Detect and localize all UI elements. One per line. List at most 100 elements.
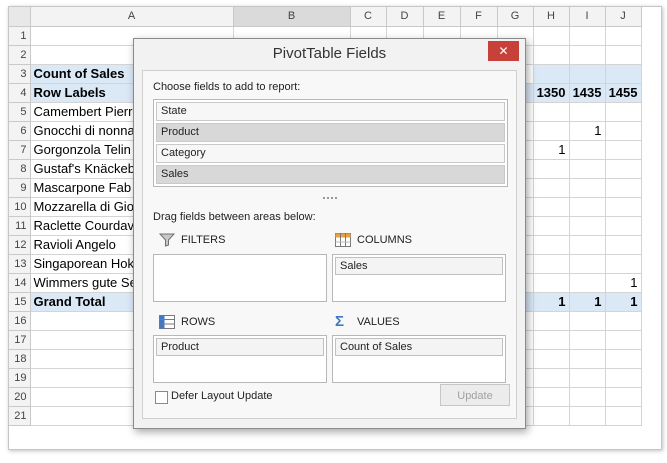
row-header[interactable]: 2 <box>9 45 31 65</box>
column-header[interactable]: E <box>423 7 461 27</box>
cell[interactable] <box>569 254 606 274</box>
cell[interactable]: 1 <box>533 140 570 160</box>
row-header[interactable]: 3 <box>9 64 31 84</box>
row-header[interactable]: 19 <box>9 368 31 388</box>
cell[interactable] <box>533 349 570 369</box>
row-header[interactable]: 11 <box>9 216 31 236</box>
cell[interactable] <box>569 368 606 388</box>
cell[interactable] <box>569 140 606 160</box>
row-header[interactable]: 16 <box>9 311 31 331</box>
cell[interactable]: 1 <box>605 292 642 312</box>
cell[interactable] <box>605 121 642 141</box>
row-header[interactable]: 13 <box>9 254 31 274</box>
cell[interactable]: 1435 <box>569 83 606 103</box>
column-header[interactable]: A <box>30 7 234 27</box>
column-header[interactable]: C <box>350 7 387 27</box>
rows-drop-area[interactable]: Product <box>153 335 327 383</box>
cell[interactable] <box>569 159 606 179</box>
cell[interactable] <box>533 197 570 217</box>
cell[interactable] <box>605 387 642 407</box>
column-header[interactable]: J <box>605 7 642 27</box>
cell[interactable] <box>605 235 642 255</box>
row-header[interactable]: 7 <box>9 140 31 160</box>
defer-layout-checkbox[interactable] <box>155 391 168 404</box>
row-header[interactable]: 4 <box>9 83 31 103</box>
row-header[interactable]: 15 <box>9 292 31 312</box>
cell[interactable] <box>605 254 642 274</box>
update-button[interactable]: Update <box>440 384 510 406</box>
cell[interactable] <box>605 26 642 46</box>
cell[interactable] <box>569 178 606 198</box>
cell[interactable] <box>605 102 642 122</box>
cell[interactable] <box>569 349 606 369</box>
cell[interactable] <box>533 311 570 331</box>
row-header[interactable]: 18 <box>9 349 31 369</box>
field-item[interactable]: Sales <box>156 165 505 184</box>
field-item[interactable]: Product <box>156 123 505 142</box>
column-header[interactable]: G <box>497 7 534 27</box>
cell[interactable] <box>569 26 606 46</box>
cell[interactable] <box>533 330 570 350</box>
row-header[interactable]: 20 <box>9 387 31 407</box>
row-header[interactable]: 12 <box>9 235 31 255</box>
cell[interactable] <box>533 102 570 122</box>
close-button[interactable]: ✕ <box>488 41 519 61</box>
cell[interactable] <box>605 45 642 65</box>
cell[interactable] <box>533 387 570 407</box>
cell[interactable] <box>605 64 642 84</box>
field-item[interactable]: Category <box>156 144 505 163</box>
cell[interactable] <box>533 178 570 198</box>
column-header[interactable]: H <box>533 7 570 27</box>
columns-area-item[interactable]: Sales <box>335 257 503 275</box>
cell[interactable] <box>569 387 606 407</box>
cell[interactable] <box>605 197 642 217</box>
cell[interactable] <box>533 273 570 293</box>
row-header[interactable]: 8 <box>9 159 31 179</box>
cell[interactable]: 1 <box>569 292 606 312</box>
field-item[interactable]: State <box>156 102 505 121</box>
cell[interactable] <box>533 45 570 65</box>
row-header[interactable]: 10 <box>9 197 31 217</box>
cell[interactable] <box>569 406 606 426</box>
cell[interactable] <box>533 235 570 255</box>
select-all-corner[interactable] <box>9 7 31 27</box>
cell[interactable] <box>533 368 570 388</box>
cell[interactable] <box>605 178 642 198</box>
cell[interactable] <box>533 121 570 141</box>
column-header[interactable]: D <box>386 7 424 27</box>
cell[interactable] <box>533 216 570 236</box>
column-header[interactable]: I <box>569 7 606 27</box>
cell[interactable] <box>569 197 606 217</box>
cell[interactable] <box>569 311 606 331</box>
values-drop-area[interactable]: Count of Sales <box>332 335 506 383</box>
cell[interactable]: 1 <box>605 273 642 293</box>
column-header[interactable]: F <box>460 7 498 27</box>
row-header[interactable]: 17 <box>9 330 31 350</box>
row-header[interactable]: 5 <box>9 102 31 122</box>
cell[interactable] <box>569 45 606 65</box>
cell[interactable] <box>605 216 642 236</box>
cell[interactable]: 1455 <box>605 83 642 103</box>
splitter-handle[interactable] <box>323 197 337 203</box>
cell[interactable]: 1 <box>533 292 570 312</box>
cell[interactable] <box>533 26 570 46</box>
cell[interactable] <box>605 140 642 160</box>
cell[interactable] <box>533 64 570 84</box>
cell[interactable] <box>605 349 642 369</box>
row-header[interactable]: 14 <box>9 273 31 293</box>
filters-drop-area[interactable] <box>153 254 327 302</box>
values-area-item[interactable]: Count of Sales <box>335 338 503 356</box>
cell[interactable] <box>605 311 642 331</box>
row-header[interactable]: 1 <box>9 26 31 46</box>
row-header[interactable]: 6 <box>9 121 31 141</box>
cell[interactable] <box>533 254 570 274</box>
rows-area-item[interactable]: Product <box>156 338 324 356</box>
cell[interactable] <box>605 368 642 388</box>
cell[interactable] <box>605 406 642 426</box>
cell[interactable] <box>569 64 606 84</box>
cell[interactable] <box>569 330 606 350</box>
row-header[interactable]: 21 <box>9 406 31 426</box>
columns-drop-area[interactable]: Sales <box>332 254 506 302</box>
cell[interactable]: 1350 <box>533 83 570 103</box>
cell[interactable]: 1 <box>569 121 606 141</box>
